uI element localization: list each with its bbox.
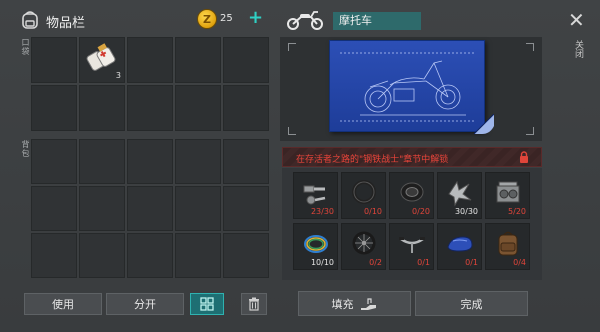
- material-count: 0/10: [364, 207, 382, 216]
- backpack-slot[interactable]: [175, 139, 221, 184]
- material-count: 30/30: [454, 207, 478, 216]
- backpack-slot[interactable]: [223, 233, 269, 278]
- fill-button[interactable]: 填充: [298, 291, 411, 316]
- unlock-requirement-text: 在存活者之路的"钢铁战士"章节中解锁: [296, 155, 449, 165]
- backpack-slot[interactable]: [31, 186, 77, 231]
- material-count: 0/1: [465, 258, 478, 267]
- tire-icon: [400, 182, 424, 202]
- material-count: 10/10: [310, 258, 334, 267]
- material-slot[interactable]: 5/20: [485, 172, 530, 219]
- motorcycle-icon: [287, 11, 323, 30]
- pocket-slot[interactable]: [127, 37, 173, 83]
- trash-icon: [249, 297, 259, 311]
- fill-button-label: 填充: [331, 297, 354, 311]
- engine-block-icon: [496, 181, 520, 203]
- add-coins-button[interactable]: +: [248, 8, 263, 28]
- pocket-slot[interactable]: [31, 85, 77, 131]
- backpack-grid: [31, 139, 269, 278]
- pocket-grid: 3: [31, 37, 269, 131]
- material-slot[interactable]: 10/10: [293, 223, 338, 270]
- backpack-slot[interactable]: [127, 186, 173, 231]
- material-count: 23/30: [310, 207, 334, 216]
- split-button[interactable]: 分开: [106, 293, 184, 315]
- pocket-slot[interactable]: [175, 37, 221, 83]
- coin-icon: Z: [197, 9, 217, 29]
- material-count: 0/2: [369, 258, 382, 267]
- material-count: 0/1: [417, 258, 430, 267]
- close-button[interactable]: ✕: [568, 10, 585, 30]
- material-count: 5/20: [508, 207, 526, 216]
- pocket-slot[interactable]: [127, 85, 173, 131]
- grid-view-button[interactable]: [190, 293, 224, 315]
- coin-count: 25: [220, 13, 233, 24]
- backpack-slot[interactable]: [127, 233, 173, 278]
- backpack-slot[interactable]: [31, 139, 77, 184]
- pocket-slot[interactable]: [31, 37, 77, 83]
- lock-icon: [520, 151, 528, 163]
- material-count: 0/20: [412, 207, 430, 216]
- backpack-slot[interactable]: [223, 139, 269, 184]
- use-button[interactable]: 使用: [24, 293, 102, 315]
- pocket-slot[interactable]: [79, 85, 125, 131]
- metal-scrap-icon: [448, 180, 472, 207]
- done-button[interactable]: 完成: [415, 291, 528, 316]
- material-count: 0/4: [513, 258, 526, 267]
- blueprint-image: [329, 40, 485, 132]
- material-slot[interactable]: 0/1: [389, 223, 434, 270]
- material-slot[interactable]: 23/30: [293, 172, 338, 219]
- pocket-slot[interactable]: 3: [79, 37, 125, 83]
- item-quantity: 3: [115, 71, 121, 80]
- material-slot[interactable]: 0/4: [485, 223, 530, 270]
- backpack-slot[interactable]: [79, 186, 125, 231]
- grid-view-icon: [200, 297, 214, 311]
- material-slot[interactable]: 0/2: [341, 223, 386, 270]
- fuel-tank-icon: [447, 236, 473, 252]
- vehicle-name: 摩托车: [333, 12, 421, 30]
- trash-button[interactable]: [241, 293, 267, 315]
- page-curl-decoration: [474, 114, 494, 134]
- backpack-slot[interactable]: [175, 186, 221, 231]
- wire-coil-icon: [304, 235, 328, 253]
- backpack-slot[interactable]: [223, 186, 269, 231]
- page-title: 物品栏: [46, 16, 86, 31]
- handlebar-icon: [399, 237, 425, 253]
- backpack-slot[interactable]: [31, 233, 77, 278]
- backpack-icon: [22, 11, 38, 29]
- material-slot[interactable]: 0/10: [341, 172, 386, 219]
- motorcycle-blueprint-drawing: [340, 52, 476, 122]
- pocket-slot[interactable]: [223, 85, 269, 131]
- bolts-screws-icon: [303, 185, 326, 205]
- pocket-label: 口袋: [21, 38, 30, 56]
- fill-hand-icon: [360, 297, 376, 310]
- rubber-ring-icon: [352, 180, 376, 204]
- material-slot[interactable]: 0/1: [437, 223, 482, 270]
- backpack-slot[interactable]: [127, 139, 173, 184]
- close-label: 关闭: [573, 40, 583, 58]
- material-slot[interactable]: 30/30: [437, 172, 482, 219]
- material-slot[interactable]: 0/20: [389, 172, 434, 219]
- spoked-wheel-icon: [352, 231, 376, 255]
- pocket-slot[interactable]: [175, 85, 221, 131]
- close-icon: ✕: [568, 8, 585, 32]
- backpack-slot[interactable]: [79, 233, 125, 278]
- backpack-slot[interactable]: [79, 139, 125, 184]
- pocket-slot[interactable]: [223, 37, 269, 83]
- leather-seat-bag-icon: [498, 231, 518, 256]
- materials-grid: 23/30 0/10 0/20 30/30 5/20 10/10 0/2 0/1…: [293, 172, 530, 270]
- backpack-label: 背包: [21, 140, 30, 158]
- backpack-slot[interactable]: [175, 233, 221, 278]
